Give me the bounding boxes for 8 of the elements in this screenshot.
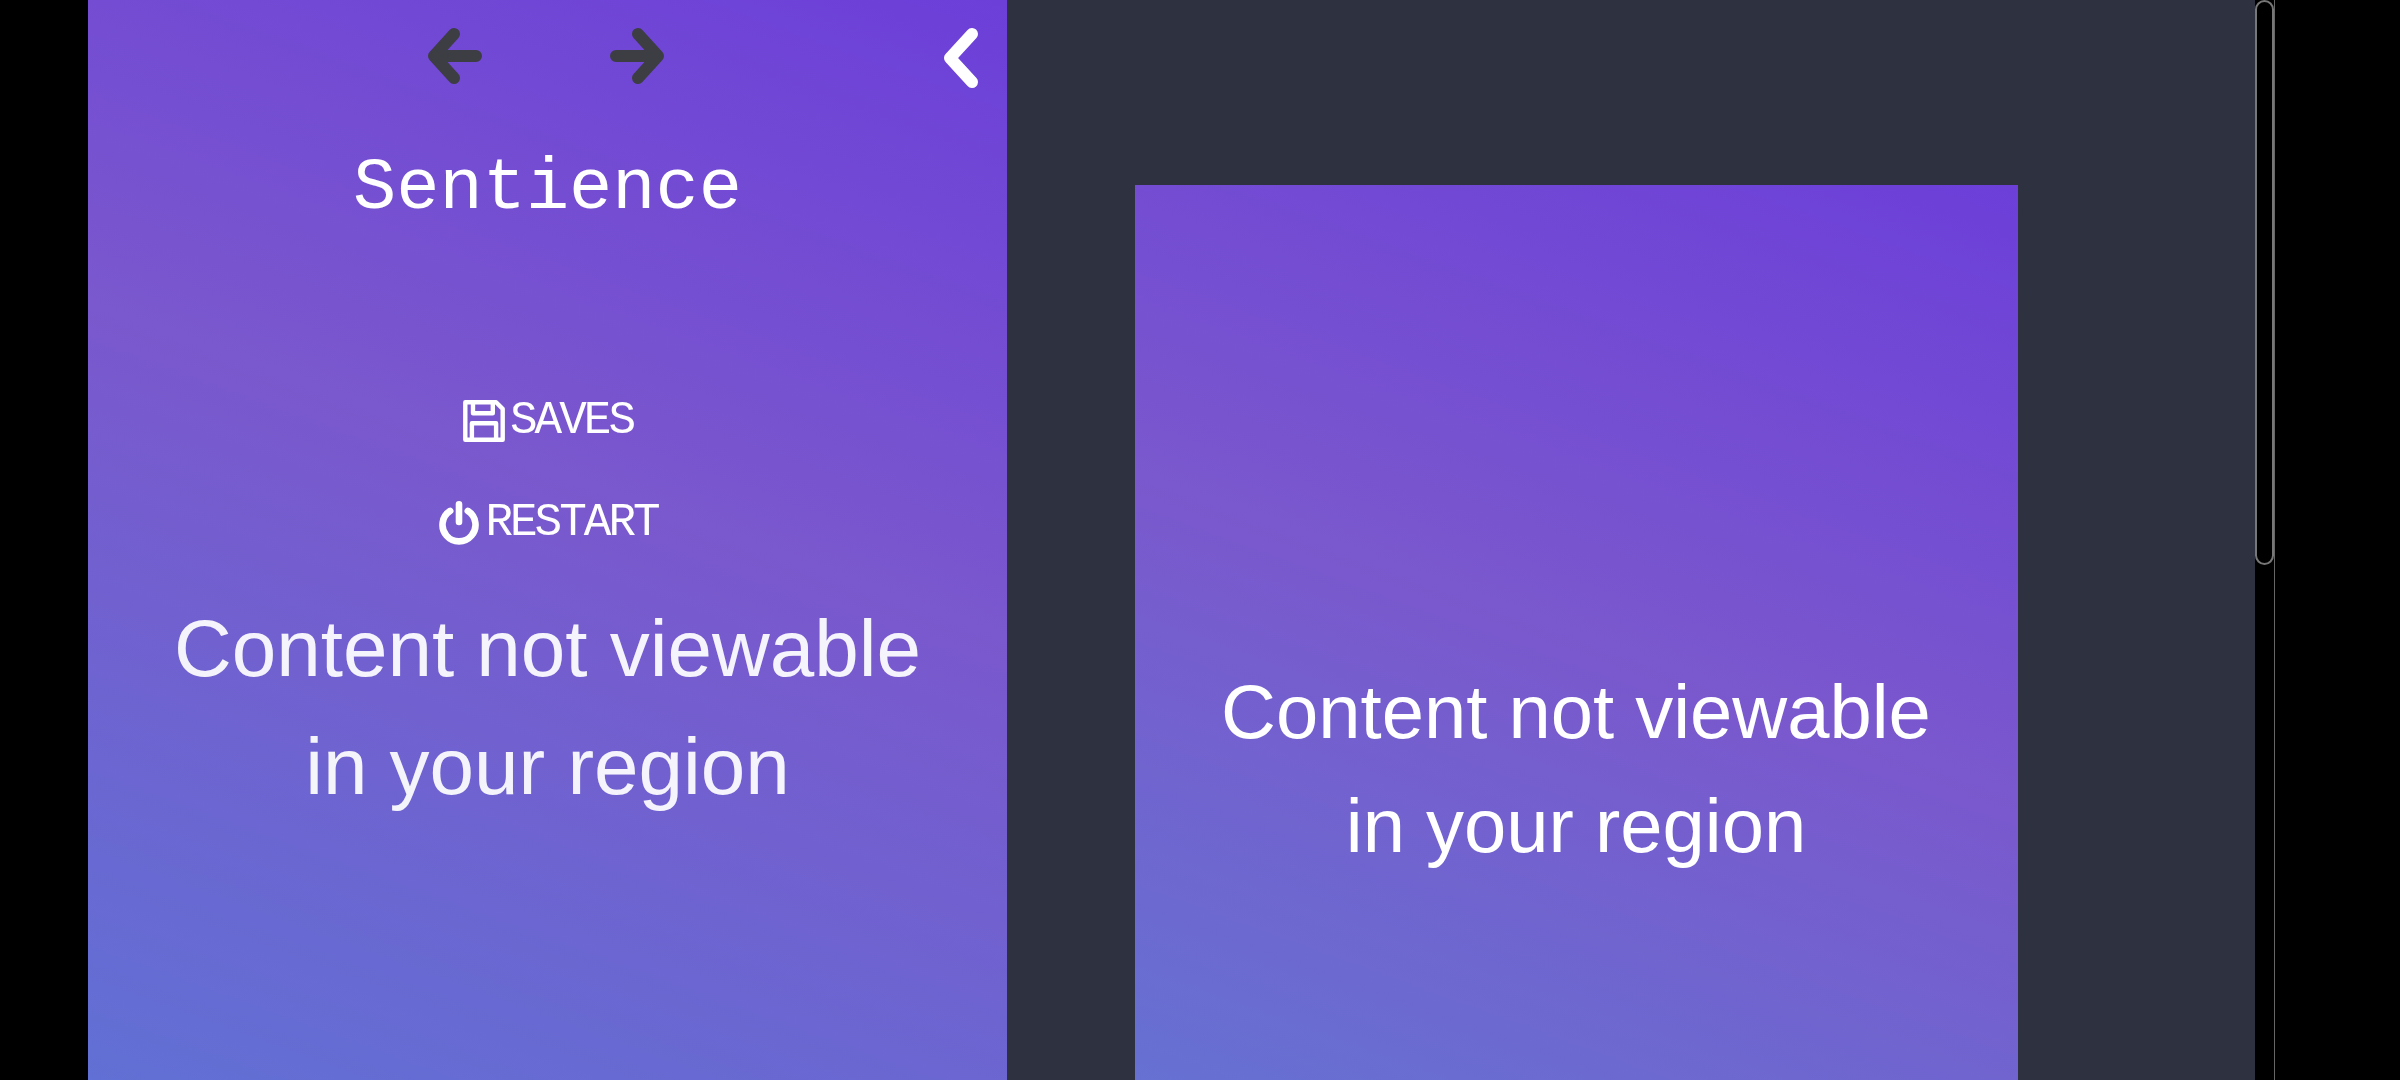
scrollbar[interactable] bbox=[2255, 0, 2275, 1080]
power-icon bbox=[437, 501, 482, 545]
menu-item[interactable]: SAVES bbox=[461, 394, 633, 448]
game-title: Sentience bbox=[353, 147, 742, 232]
menu-item[interactable]: RESTART bbox=[437, 496, 658, 550]
scrollbar-thumb[interactable] bbox=[2255, 0, 2274, 565]
region-notice: Content not viewable in your region bbox=[1220, 668, 1932, 870]
region-notice: Content not viewable in your region bbox=[172, 603, 923, 813]
